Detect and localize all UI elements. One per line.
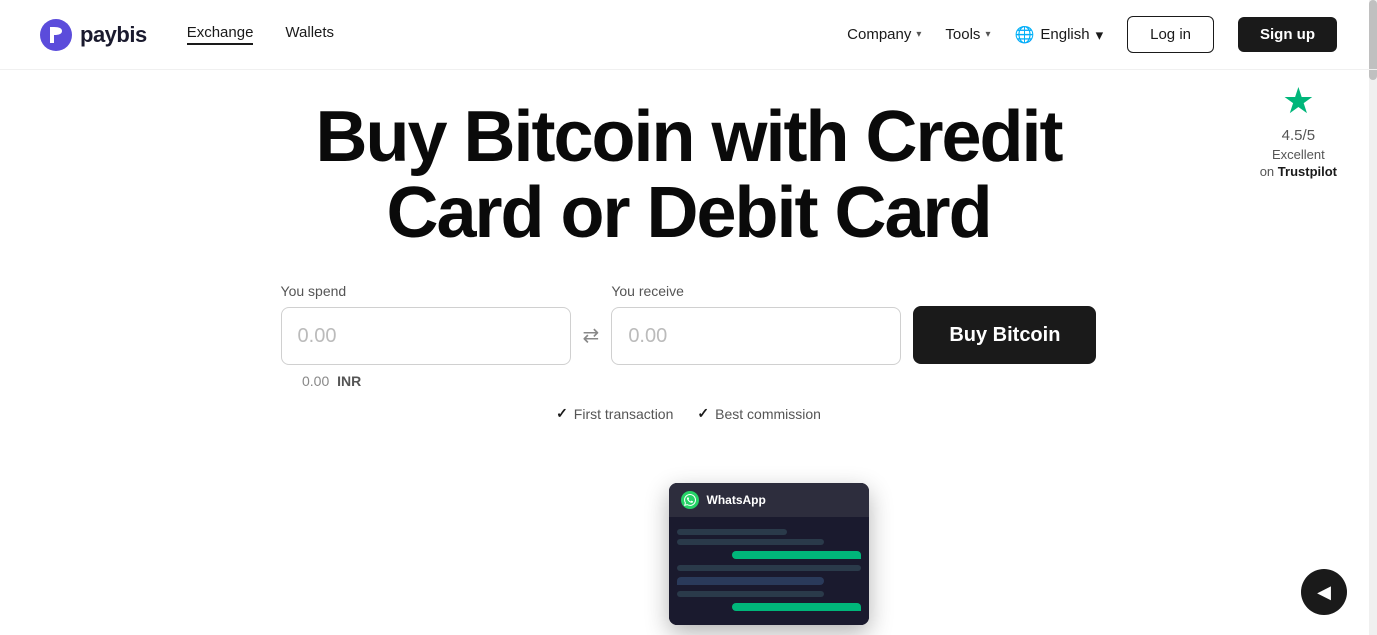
globe-icon: 🌐 — [1014, 25, 1034, 45]
chat-line-1 — [677, 529, 787, 535]
chat-bubble-received — [677, 577, 824, 585]
feature-first-transaction: ✓ First transaction — [556, 405, 673, 422]
receive-input-box: BTC ▾ Bitcoin — [611, 307, 901, 365]
chat-line-2 — [677, 539, 824, 545]
spend-amount-input[interactable] — [282, 325, 571, 348]
buy-bitcoin-button[interactable]: Buy Bitcoin — [913, 306, 1096, 364]
trustpilot-rating: 4.5/5 — [1282, 124, 1315, 145]
chat-line-4 — [677, 591, 824, 597]
swap-icon[interactable]: ⇄ — [583, 323, 600, 348]
chat-line-3 — [677, 565, 861, 571]
trustpilot-star-icon: ★ — [1282, 80, 1314, 122]
nav-right: Company ▾ Tools ▾ 🌐 English ▾ Log in Sig… — [847, 16, 1337, 53]
language-selector[interactable]: 🌐 English ▾ — [1014, 25, 1103, 45]
trustpilot-excellent: Excellent — [1272, 147, 1325, 162]
trustpilot-badge: ★ 4.5/5 Excellent on Trustpilot — [1260, 80, 1337, 179]
check-icon-2: ✓ — [697, 405, 709, 422]
logo-icon — [40, 19, 72, 51]
main-content: Buy Bitcoin with Credit Card or Debit Ca… — [0, 70, 1377, 422]
check-icon-1: ✓ — [556, 405, 568, 422]
navbar: paybis Exchange Wallets Company ▾ Tools … — [0, 0, 1377, 70]
feature-best-commission: ✓ Best commission — [697, 405, 821, 422]
spend-group: You spend INR ▾ Credit/Debit Card — [281, 283, 571, 365]
tools-arrow-icon: ▾ — [985, 29, 990, 40]
whatsapp-popup[interactable]: WhatsApp — [669, 483, 869, 625]
hero-title: Buy Bitcoin with Credit Card or Debit Ca… — [316, 100, 1062, 251]
whatsapp-header: WhatsApp — [669, 483, 869, 517]
logo[interactable]: paybis — [40, 19, 147, 51]
nav-links: Exchange Wallets — [187, 24, 847, 45]
spend-input-box: INR ▾ Credit/Debit Card — [281, 307, 571, 365]
company-arrow-icon: ▾ — [916, 29, 921, 40]
chat-bubble-sent — [732, 551, 861, 559]
nav-wallets[interactable]: Wallets — [285, 24, 334, 45]
scroll-left-button[interactable]: ◀ — [1301, 569, 1347, 615]
receive-group: You receive BTC ▾ Bitcoin — [611, 283, 901, 365]
nav-tools[interactable]: Tools ▾ — [945, 26, 990, 43]
rate-display: 0.00 INR — [302, 373, 361, 389]
rate-amount: 0.00 — [302, 373, 329, 389]
features-row: ✓ First transaction ✓ Best commission — [556, 405, 821, 422]
nav-company[interactable]: Company ▾ — [847, 26, 921, 43]
signup-button[interactable]: Sign up — [1238, 17, 1337, 52]
login-button[interactable]: Log in — [1127, 16, 1214, 53]
whatsapp-logo-icon — [681, 491, 699, 509]
scrollbar[interactable] — [1369, 0, 1377, 635]
chat-bubble-sent-2 — [732, 603, 861, 611]
receive-label: You receive — [611, 283, 901, 299]
whatsapp-body — [669, 517, 869, 625]
receive-amount-input[interactable] — [612, 325, 901, 348]
logo-text: paybis — [80, 22, 147, 48]
whatsapp-title: WhatsApp — [707, 493, 766, 507]
lang-arrow-icon: ▾ — [1096, 26, 1104, 44]
exchange-widget: You spend INR ▾ Credit/Debit Card ⇄ You … — [281, 283, 1097, 365]
trustpilot-platform: on Trustpilot — [1260, 164, 1337, 179]
rate-currency: INR — [337, 373, 361, 389]
spend-label: You spend — [281, 283, 571, 299]
nav-exchange[interactable]: Exchange — [187, 24, 254, 45]
